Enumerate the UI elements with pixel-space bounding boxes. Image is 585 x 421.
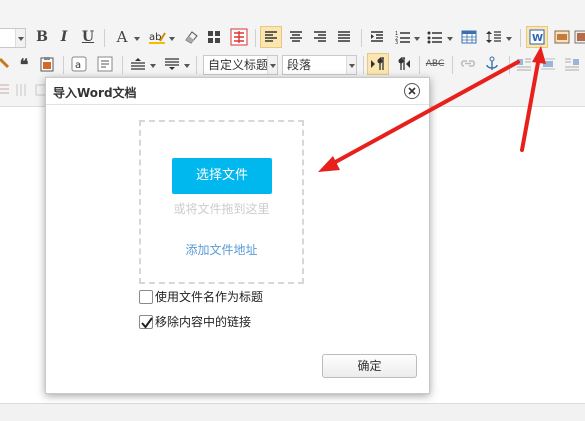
align-center-icon[interactable] <box>285 26 307 48</box>
add-file-url-link[interactable]: 添加文件地址 <box>141 241 302 258</box>
svg-text:3: 3 <box>395 40 398 44</box>
filename-as-title-checkbox[interactable] <box>139 289 153 304</box>
paste-text-icon[interactable] <box>37 53 57 75</box>
remove-links-label: 移除内容中的链接 <box>155 315 252 329</box>
insert-table-icon[interactable] <box>459 26 479 48</box>
row-spacing-bottom-icon[interactable] <box>162 53 182 75</box>
align-left-icon[interactable] <box>260 26 282 48</box>
rtl-icon[interactable] <box>392 53 414 75</box>
align-right-image-icon[interactable] <box>562 53 582 75</box>
table-grid-icon[interactable] <box>205 26 223 48</box>
import-word-dialog: 导入Word文档 选择文件 或将文件拖到这里 添加文件地址 使用文件名作为标题 … <box>45 77 430 394</box>
bold-icon[interactable]: B <box>33 26 51 48</box>
file-dropzone[interactable]: 选择文件 或将文件拖到这里 添加文件地址 <box>139 120 304 284</box>
image-icon[interactable] <box>552 26 572 48</box>
highlight-icon[interactable]: ab <box>146 26 168 48</box>
ltr-icon[interactable] <box>367 53 389 75</box>
font-size-select[interactable] <box>0 28 26 48</box>
ordered-list-dropdown[interactable] <box>414 37 420 41</box>
select-file-button[interactable]: 选择文件 <box>172 158 272 194</box>
unordered-list-dropdown[interactable] <box>447 37 453 41</box>
dialog-header: 导入Word文档 <box>46 78 429 105</box>
line-height-dropdown[interactable] <box>506 37 512 41</box>
align-right-icon[interactable] <box>309 26 331 48</box>
special-char-icon[interactable] <box>229 26 249 48</box>
close-icon[interactable] <box>404 83 420 99</box>
source-icon[interactable] <box>95 53 115 75</box>
anchor-text-icon[interactable]: a <box>69 53 89 75</box>
toolbar-row-1: B I U A ab 1 2 3 W <box>0 26 585 52</box>
underline-icon[interactable]: U <box>79 26 97 48</box>
align-none-image-icon[interactable] <box>538 53 558 75</box>
checkmark-icon <box>141 316 153 329</box>
line-height-icon[interactable] <box>484 26 504 48</box>
media-icon[interactable] <box>574 26 585 48</box>
align-left-image-icon[interactable] <box>514 53 534 75</box>
row-spacing-top-icon[interactable] <box>128 53 148 75</box>
row-spacing-top-dropdown[interactable] <box>150 64 156 68</box>
eraser-icon[interactable] <box>181 26 201 48</box>
custom-title-select[interactable]: 自定义标题 <box>203 55 278 75</box>
confirm-button[interactable]: 确定 <box>322 354 417 378</box>
indent-icon[interactable] <box>367 26 387 48</box>
align-justify-icon[interactable] <box>333 26 355 48</box>
highlight-dropdown[interactable] <box>169 37 175 41</box>
row-spacing-bottom-dropdown[interactable] <box>184 64 190 68</box>
format-paint-icon[interactable] <box>0 53 10 75</box>
drop-hint-text: 或将文件拖到这里 <box>173 202 270 216</box>
remove-links-option[interactable]: 移除内容中的链接 <box>139 313 251 330</box>
paragraph-select[interactable]: 段落 <box>282 55 357 75</box>
svg-text:ab: ab <box>149 32 161 43</box>
dialog-title: 导入Word文档 <box>53 86 137 100</box>
strike-abc-icon[interactable]: ABC <box>423 53 447 75</box>
italic-icon[interactable]: I <box>55 26 73 48</box>
toolbar-row-2: ❝ a 自定义标题 段落 ABC <box>0 53 585 79</box>
insert-row-icon[interactable] <box>0 79 10 101</box>
filename-as-title-label: 使用文件名作为标题 <box>155 290 264 304</box>
unordered-list-icon[interactable] <box>425 26 445 48</box>
filename-as-title-option[interactable]: 使用文件名作为标题 <box>139 288 263 305</box>
font-color-dropdown[interactable] <box>134 37 140 41</box>
remove-links-checkbox[interactable] <box>139 314 153 329</box>
svg-text:a: a <box>75 60 81 71</box>
svg-text:W: W <box>532 33 543 44</box>
insert-col-icon[interactable] <box>14 79 30 101</box>
editor-status-bar <box>0 403 585 421</box>
ordered-list-icon[interactable]: 123 <box>393 26 413 48</box>
link-icon[interactable] <box>458 53 478 75</box>
import-word-icon[interactable]: W <box>526 26 548 48</box>
font-color-icon[interactable]: A <box>112 26 132 48</box>
quote-icon[interactable]: ❝ <box>14 53 34 75</box>
anchor-icon[interactable] <box>482 53 502 75</box>
